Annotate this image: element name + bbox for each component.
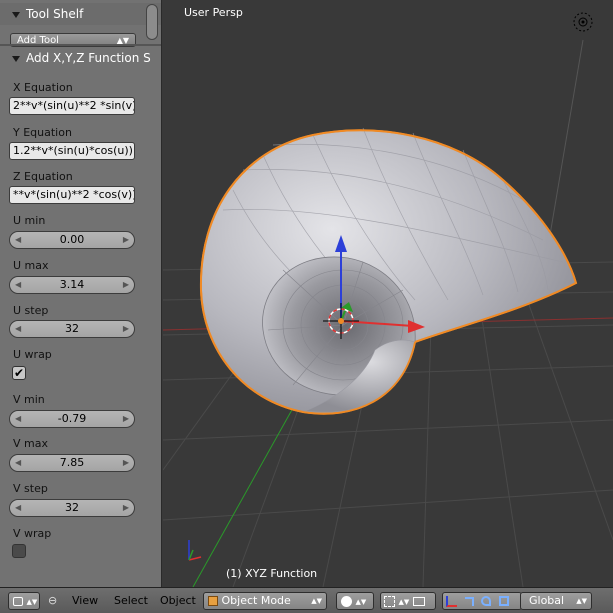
decrement-arrow-icon[interactable]: ◀ (15, 411, 21, 427)
editor-type-icon (13, 596, 23, 606)
lamp-object-icon[interactable] (573, 12, 593, 32)
viewport-shading-icon (341, 595, 352, 607)
z-equation-field[interactable]: **v*(sin(u)**2 *cos(v)) (9, 186, 135, 204)
dropdown-arrows-icon: ▲▼ (26, 598, 38, 606)
pivot-point-selector[interactable]: ▲▼ (380, 592, 436, 610)
menu-object[interactable]: Object (160, 593, 196, 609)
3d-viewport[interactable]: User Persp (1) XYZ Function (163, 0, 613, 587)
u-min-field[interactable]: ◀ 0.00 ▶ (9, 231, 135, 249)
u-min-value: 0.00 (59, 233, 85, 246)
v-wrap-label: V wrap (13, 527, 52, 540)
v-min-field[interactable]: ◀ -0.79 ▶ (9, 410, 135, 428)
tool-shelf: Tool Shelf Add Tool ▲▼ Add X,Y,Z Functio… (0, 0, 162, 587)
3d-view-header: ▲▼ ⊖ View Select Object Object Mode ▲▼ ▲… (0, 587, 613, 613)
transform-orientation-selector[interactable]: Global ▲▼ (520, 592, 592, 610)
xyz-function-mesh[interactable] (199, 127, 578, 415)
y-equation-label: Y Equation (13, 126, 72, 139)
decrement-arrow-icon[interactable]: ◀ (15, 321, 21, 337)
object-mode-icon (208, 596, 218, 606)
increment-arrow-icon[interactable]: ▶ (123, 277, 129, 293)
manipulator-group[interactable] (442, 592, 522, 610)
increment-arrow-icon[interactable]: ▶ (123, 411, 129, 427)
u-wrap-label: U wrap (13, 348, 52, 361)
u-max-label: U max (13, 259, 49, 272)
mode-label: Object Mode (221, 594, 291, 607)
y-equation-field[interactable]: 1.2**v*(sin(u)*cos(u)) (9, 142, 135, 160)
tool-shelf-title: Tool Shelf (26, 7, 84, 21)
v-min-value: -0.79 (57, 412, 87, 425)
increment-arrow-icon[interactable]: ▶ (123, 321, 129, 337)
increment-arrow-icon[interactable]: ▶ (123, 232, 129, 248)
view-name-label: User Persp (184, 6, 243, 19)
orientation-label: Global (529, 594, 565, 607)
operator-panel-title: Add X,Y,Z Function S (26, 51, 151, 65)
menu-select[interactable]: Select (114, 593, 148, 609)
menu-collapse-icon[interactable]: ⊖ (48, 593, 57, 609)
u-step-label: U step (13, 304, 49, 317)
x-equation-field[interactable]: 2**v*(sin(u)**2 *sin(v)) (9, 97, 135, 115)
v-max-field[interactable]: ◀ 7.85 ▶ (9, 454, 135, 472)
operator-panel-header[interactable]: Add X,Y,Z Function S (0, 47, 161, 69)
u-step-field[interactable]: ◀ 32 ▶ (9, 320, 135, 338)
decrement-arrow-icon[interactable]: ◀ (15, 455, 21, 471)
u-wrap-checkbox[interactable]: ✔ (12, 366, 26, 380)
menu-view[interactable]: View (72, 593, 98, 609)
z-equation-label: Z Equation (13, 170, 73, 183)
manipulator-icon[interactable] (446, 595, 457, 607)
tool-shelf-header[interactable]: Tool Shelf (0, 3, 161, 25)
collapse-triangle-icon (12, 11, 20, 18)
view-axis-gizmo (188, 540, 202, 561)
x-equation-label: X Equation (13, 81, 73, 94)
u-step-value: 32 (65, 322, 79, 335)
u-max-value: 3.14 (59, 278, 85, 291)
viewport-shading-selector[interactable]: ▲▼ (336, 592, 374, 610)
dropdown-arrows-icon: ▲▼ (576, 597, 587, 605)
v-step-field[interactable]: ◀ 32 ▶ (9, 499, 135, 517)
dropdown-arrows-icon: ▲▼ (355, 598, 367, 606)
object-info-label: (1) XYZ Function (226, 567, 318, 580)
collapse-triangle-icon (12, 55, 20, 62)
editor-type-button[interactable]: ▲▼ (8, 592, 40, 610)
v-step-label: V step (13, 482, 48, 495)
translate-icon[interactable] (464, 596, 474, 606)
mode-selector[interactable]: Object Mode ▲▼ (203, 592, 327, 610)
pivot-point-icon (384, 595, 395, 607)
rotate-icon[interactable] (481, 596, 491, 606)
scale-icon[interactable] (498, 596, 509, 606)
v-min-label: V min (13, 393, 45, 406)
panel-divider (0, 44, 161, 46)
u-max-field[interactable]: ◀ 3.14 ▶ (9, 276, 135, 294)
increment-arrow-icon[interactable]: ▶ (123, 455, 129, 471)
decrement-arrow-icon[interactable]: ◀ (15, 277, 21, 293)
decrement-arrow-icon[interactable]: ◀ (15, 232, 21, 248)
u-min-label: U min (13, 214, 46, 227)
tool-shelf-scrollbar[interactable] (146, 4, 158, 40)
viewport-canvas (163, 12, 613, 587)
dropdown-arrows-icon: ▲▼ (398, 598, 410, 606)
v-max-value: 7.85 (59, 456, 85, 469)
dropdown-arrows-icon: ▲▼ (311, 597, 322, 605)
v-step-value: 32 (65, 501, 79, 514)
decrement-arrow-icon[interactable]: ◀ (15, 500, 21, 516)
layers-icon (412, 596, 425, 606)
v-wrap-checkbox[interactable] (12, 544, 26, 558)
increment-arrow-icon[interactable]: ▶ (123, 500, 129, 516)
v-max-label: V max (13, 437, 48, 450)
